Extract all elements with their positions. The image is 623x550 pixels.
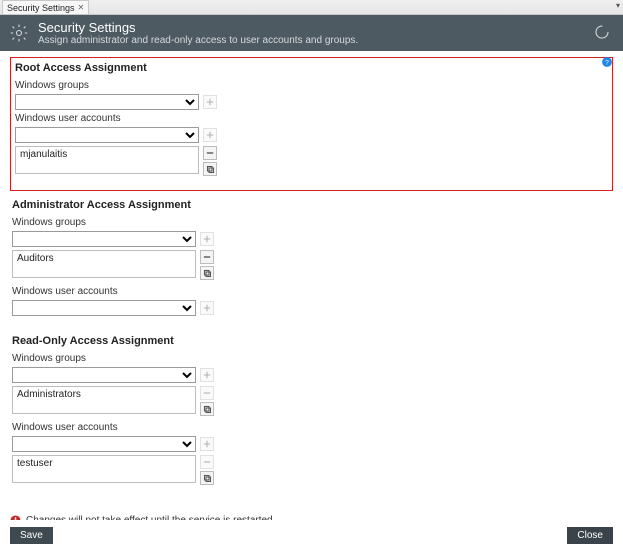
- readonly-users-list[interactable]: testuser: [12, 455, 196, 483]
- help-icon[interactable]: ?: [601, 56, 613, 68]
- readonly-groups-add-button[interactable]: [200, 368, 214, 382]
- root-users-list[interactable]: mjanulaitis: [15, 146, 199, 174]
- admin-section-title: Administrator Access Assignment: [12, 199, 611, 211]
- save-button[interactable]: Save: [10, 527, 53, 544]
- readonly-users-copy-button[interactable]: [200, 471, 214, 485]
- readonly-access-section: Read-Only Access Assignment Windows grou…: [10, 331, 613, 499]
- readonly-groups-label: Windows groups: [12, 353, 611, 364]
- admin-groups-add-button[interactable]: [200, 232, 214, 246]
- admin-users-label: Windows user accounts: [12, 286, 611, 297]
- page-subtitle: Assign administrator and read-only acces…: [38, 35, 358, 46]
- admin-groups-label: Windows groups: [12, 217, 611, 228]
- tab-label: Security Settings: [7, 3, 75, 13]
- root-users-add-button[interactable]: [203, 128, 217, 142]
- root-section-title: Root Access Assignment: [15, 62, 608, 74]
- admin-users-add-button[interactable]: [200, 301, 214, 315]
- readonly-section-title: Read-Only Access Assignment: [12, 335, 611, 347]
- readonly-groups-combo[interactable]: [12, 367, 196, 383]
- loading-spinner-icon: [593, 23, 611, 41]
- readonly-groups-remove-button[interactable]: [200, 386, 214, 400]
- svg-text:?: ?: [605, 59, 609, 66]
- root-groups-add-button[interactable]: [203, 95, 217, 109]
- root-users-combo[interactable]: [15, 127, 199, 143]
- admin-groups-copy-button[interactable]: [200, 266, 214, 280]
- footer-bar: Save Close: [0, 520, 623, 550]
- admin-access-section: Administrator Access Assignment Windows …: [10, 195, 613, 327]
- readonly-groups-list[interactable]: Administrators: [12, 386, 196, 414]
- admin-groups-remove-button[interactable]: [200, 250, 214, 264]
- admin-groups-list[interactable]: Auditors: [12, 250, 196, 278]
- root-groups-combo[interactable]: [15, 94, 199, 110]
- close-button[interactable]: Close: [567, 527, 613, 544]
- admin-groups-combo[interactable]: [12, 231, 196, 247]
- readonly-groups-copy-button[interactable]: [200, 402, 214, 416]
- page-header: Security Settings Assign administrator a…: [0, 15, 623, 51]
- root-access-section: Root Access Assignment Windows groups Wi…: [10, 57, 613, 191]
- tab-dropdown-icon[interactable]: ▾: [616, 1, 620, 10]
- close-tab-icon[interactable]: ✕: [78, 3, 85, 12]
- tab-security-settings[interactable]: Security Settings ✕: [2, 0, 89, 14]
- readonly-users-remove-button[interactable]: [200, 455, 214, 469]
- root-users-remove-button[interactable]: [203, 146, 217, 160]
- admin-users-combo[interactable]: [12, 300, 196, 316]
- gear-icon: [8, 22, 30, 44]
- tab-bar: Security Settings ✕ ▾: [0, 0, 623, 15]
- readonly-users-add-button[interactable]: [200, 437, 214, 451]
- main-content: ? Root Access Assignment Windows groups …: [0, 51, 623, 520]
- root-users-label: Windows user accounts: [15, 113, 608, 124]
- root-groups-label: Windows groups: [15, 80, 608, 91]
- page-title: Security Settings: [38, 20, 358, 35]
- root-users-copy-button[interactable]: [203, 162, 217, 176]
- readonly-users-label: Windows user accounts: [12, 422, 611, 433]
- readonly-users-combo[interactable]: [12, 436, 196, 452]
